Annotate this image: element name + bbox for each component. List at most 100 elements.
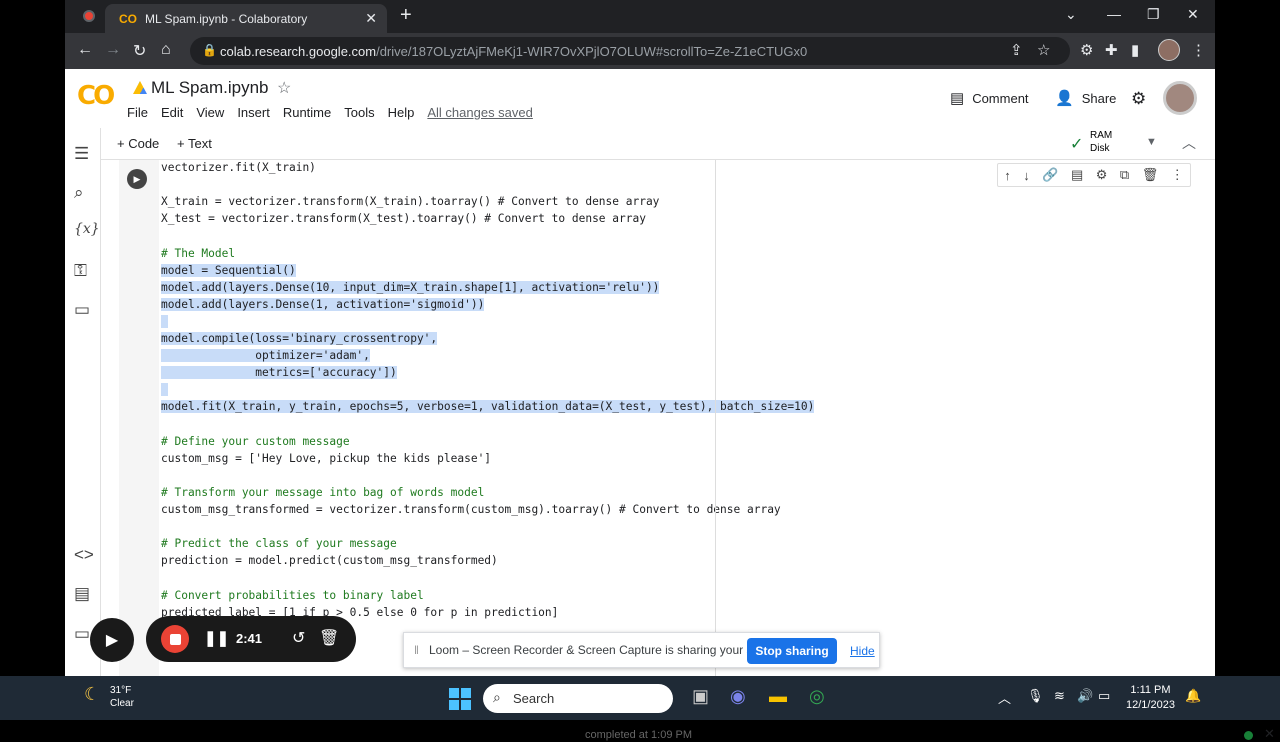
tab-close-icon[interactable]: ✕	[365, 10, 377, 27]
runtime-dropdown-icon[interactable]: ▼	[1146, 136, 1157, 148]
table-of-contents-icon[interactable]: ☰	[74, 144, 89, 164]
menu-view[interactable]: View	[196, 105, 224, 120]
code-line[interactable]: # Transform your message into bag of wor…	[161, 485, 484, 501]
discard-icon[interactable]: 🗑	[319, 628, 339, 648]
search-icon[interactable]: ⌕	[74, 183, 84, 203]
code-line[interactable]: custom_msg_transformed = vectorizer.tran…	[161, 502, 781, 518]
collapse-header-icon[interactable]: ︿	[1182, 133, 1196, 153]
code-line[interactable]: model.compile(loss='binary_crossentropy'…	[161, 331, 438, 347]
comment-button[interactable]: ▤ Comment	[950, 89, 1029, 107]
code-line[interactable]: # Define your custom message	[161, 434, 350, 450]
tray-overflow-icon[interactable]: ︿	[998, 688, 1011, 707]
minimize-icon[interactable]: —	[1107, 6, 1121, 22]
file-explorer-icon[interactable]: ▬	[769, 686, 787, 707]
task-view-icon[interactable]: ▣	[692, 686, 709, 707]
terminal-icon[interactable]: ▭	[74, 624, 90, 644]
star-icon[interactable]: ☆	[277, 78, 291, 98]
restore-icon[interactable]: ❐	[1147, 6, 1160, 23]
menu-tools[interactable]: Tools	[344, 105, 374, 120]
move-up-icon[interactable]: ↑	[1004, 168, 1011, 183]
volume-icon[interactable]: 🔊	[1077, 688, 1093, 704]
pause-icon[interactable]: ❚❚	[204, 629, 229, 647]
back-icon[interactable]: ←	[77, 41, 93, 59]
stop-sharing-button[interactable]: Stop sharing	[747, 638, 837, 664]
taskbar-search[interactable]: ⌕ Search	[483, 684, 673, 713]
menu-edit[interactable]: Edit	[161, 105, 183, 120]
new-tab-icon[interactable]: +	[400, 4, 412, 27]
menu-insert[interactable]: Insert	[237, 105, 270, 120]
home-icon[interactable]: ⌂	[161, 41, 171, 59]
teams-chat-icon[interactable]: ◉	[730, 686, 746, 707]
battery-icon[interactable]: ▭	[1098, 688, 1110, 704]
bookmark-star-icon[interactable]: ☆	[1037, 41, 1050, 59]
notebook-title[interactable]: ML Spam.ipynb	[151, 78, 268, 98]
share-page-icon[interactable]: ⇪	[1010, 41, 1023, 59]
code-cell[interactable]: ▶ vectorizer.fit(X_train) X_train = vecto…	[119, 160, 1215, 676]
save-status-link[interactable]: All changes saved	[427, 105, 533, 120]
code-line[interactable]: model = Sequential()	[161, 263, 296, 279]
restart-icon[interactable]: ↺	[292, 628, 305, 648]
puzzle-extensions-icon[interactable]: ✚	[1105, 41, 1118, 59]
chrome-icon[interactable]: ◎	[809, 686, 825, 707]
status-close-icon[interactable]: ✕	[1264, 726, 1275, 742]
link-icon[interactable]: 🔗	[1042, 167, 1058, 183]
code-line[interactable]: optimizer='adam',	[161, 348, 370, 364]
browser-tab[interactable]: CO ML Spam.ipynb - Colaboratory ✕	[105, 4, 387, 33]
code-line[interactable]: model.add(layers.Dense(1, activation='si…	[161, 297, 485, 313]
run-cell-play-icon[interactable]: ▶	[127, 169, 147, 189]
menu-runtime[interactable]: Runtime	[283, 105, 331, 120]
menu-help[interactable]: Help	[388, 105, 415, 120]
side-panel-icon[interactable]: ▮	[1131, 41, 1139, 59]
address-bar[interactable]: 🔒 colab.research.google.com/drive/187OLy…	[190, 37, 1070, 65]
code-line[interactable]: prediction = model.predict(custom_msg_tr…	[161, 553, 498, 569]
code-line[interactable]: custom_msg = ['Hey Love, pickup the kids…	[161, 451, 491, 467]
comment-cell-icon[interactable]: ▤	[1071, 167, 1083, 183]
cell-settings-icon[interactable]: ⚙	[1096, 167, 1108, 183]
command-palette-icon[interactable]: ▤	[74, 584, 90, 604]
code-line[interactable]: # The Model	[161, 246, 235, 262]
code-line[interactable]	[161, 382, 168, 398]
add-code-button[interactable]: + Code	[117, 136, 159, 151]
weather-widget[interactable]: 31°F Clear	[110, 684, 134, 710]
secrets-key-icon[interactable]: ⚿	[74, 261, 87, 281]
start-windows-icon[interactable]	[449, 688, 471, 710]
tab-search-icon[interactable]: ⌄	[1065, 6, 1077, 23]
settings-gear-icon[interactable]: ⚙	[1131, 89, 1146, 109]
files-folder-icon[interactable]: ▭	[74, 300, 90, 320]
window-close-icon[interactable]: ✕	[1187, 6, 1199, 23]
camera-toggle-icon[interactable]: ▶	[90, 618, 134, 662]
browser-profile-avatar[interactable]	[1158, 39, 1180, 61]
mirror-cell-icon[interactable]: ⧉	[1120, 167, 1129, 183]
notifications-bell-icon[interactable]: 🔔	[1185, 688, 1201, 704]
user-avatar[interactable]	[1163, 81, 1197, 115]
code-line[interactable]	[161, 314, 168, 330]
colab-logo[interactable]: CO	[77, 81, 115, 111]
drag-handle-icon[interactable]: ‖	[414, 643, 419, 657]
menu-file[interactable]: File	[127, 105, 148, 120]
code-snippets-icon[interactable]: <>	[74, 545, 94, 565]
code-line[interactable]: # Convert probabilities to binary label	[161, 588, 424, 604]
reload-icon[interactable]: ↻	[133, 41, 146, 61]
move-down-icon[interactable]: ↓	[1023, 168, 1030, 183]
code-line[interactable]: # Predict the class of your message	[161, 536, 397, 552]
system-clock[interactable]: 1:11 PM 12/1/2023	[1126, 683, 1175, 713]
code-line[interactable]: model.fit(X_train, y_train, epochs=5, ve…	[161, 399, 815, 415]
code-line[interactable]: metrics=['accuracy'])	[161, 365, 397, 381]
variables-icon[interactable]: {x}	[74, 221, 100, 237]
more-options-icon[interactable]: ⋮	[1171, 167, 1184, 183]
code-line[interactable]: X_test = vectorizer.transform(X_test).to…	[161, 211, 646, 227]
resource-monitor[interactable]: RAM Disk	[1090, 129, 1112, 155]
forward-icon[interactable]: →	[105, 41, 121, 59]
code-line[interactable]: vectorizer.fit(X_train)	[161, 160, 316, 176]
code-line[interactable]: model.add(layers.Dense(10, input_dim=X_t…	[161, 280, 660, 296]
delete-cell-icon[interactable]: 🗑	[1142, 167, 1159, 183]
extension-icon[interactable]: ⚙	[1080, 41, 1093, 59]
weather-moon-icon[interactable]: ☾	[84, 684, 100, 705]
stop-recording-button[interactable]	[161, 625, 189, 653]
hide-link[interactable]: Hide	[850, 644, 875, 658]
microphone-icon[interactable]: 🎙	[1027, 688, 1044, 704]
browser-menu-icon[interactable]: ⋮	[1191, 41, 1206, 59]
share-button[interactable]: 👤 Share	[1055, 89, 1116, 107]
code-line[interactable]: X_train = vectorizer.transform(X_train).…	[161, 194, 659, 210]
add-text-button[interactable]: + Text	[177, 136, 212, 151]
